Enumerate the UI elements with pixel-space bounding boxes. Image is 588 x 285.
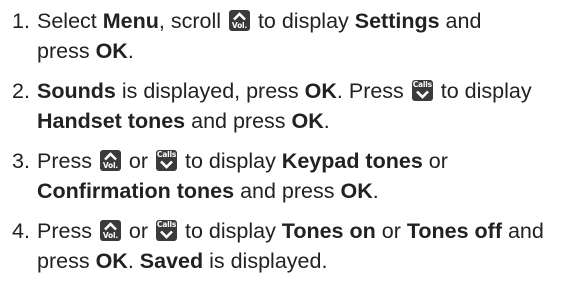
step-2-line-1: 2. Sounds is displayed, press OK. Press C… — [12, 76, 584, 106]
instruction-list: 1. Select Menu, scroll Vol. to display Se… — [0, 0, 588, 285]
confirmation-tones-keyword: Confirmation tones — [37, 179, 235, 203]
step-number: 4. — [12, 219, 30, 243]
step-3-line-2: Confirmation tones and press OK. — [37, 179, 379, 203]
step-number: 1. — [12, 9, 30, 33]
tones-off-keyword: Tones off — [406, 219, 502, 243]
step-number: 3. — [12, 149, 30, 173]
step-number: 2. — [12, 79, 30, 103]
step-4: 4. Press Vol. or Calls to display Tones o… — [12, 216, 584, 276]
calls-down-key-icon: Calls — [156, 220, 178, 241]
vol-up-key-icon: Vol. — [99, 150, 121, 171]
step-4-line-2: press OK. Saved is displayed. — [37, 249, 328, 273]
step-3-line-1: 3. Press Vol. or Calls to display Keypad … — [12, 146, 584, 176]
handset-tones-keyword: Handset tones — [37, 109, 186, 133]
ok-keyword: OK — [95, 39, 128, 63]
step-1: 1. Select Menu, scroll Vol. to display Se… — [12, 6, 584, 66]
tones-on-keyword: Tones on — [281, 219, 376, 243]
settings-keyword: Settings — [354, 9, 440, 33]
keypad-tones-keyword: Keypad tones — [281, 149, 423, 173]
vol-up-key-icon: Vol. — [99, 220, 121, 241]
step-1-line-1: 1. Select Menu, scroll Vol. to display Se… — [12, 6, 584, 36]
ok-keyword: OK — [340, 179, 373, 203]
step-3: 3. Press Vol. or Calls to display Keypad … — [12, 146, 584, 206]
ok-keyword: OK — [304, 79, 337, 103]
calls-down-key-icon: Calls — [411, 80, 433, 101]
calls-down-key-icon: Calls — [156, 150, 178, 171]
step-2-line-2: Handset tones and press OK. — [37, 109, 330, 133]
vol-up-key-icon: Vol. — [228, 10, 250, 31]
step-4-line-1: 4. Press Vol. or Calls to display Tones o… — [12, 216, 584, 246]
menu-keyword: Menu — [102, 9, 159, 33]
step-2: 2. Sounds is displayed, press OK. Press C… — [12, 76, 584, 136]
sounds-keyword: Sounds — [37, 79, 116, 103]
step-1-line-2: press OK. — [37, 39, 134, 63]
saved-keyword: Saved — [139, 249, 204, 273]
ok-keyword: OK — [95, 249, 128, 273]
ok-keyword: OK — [291, 109, 324, 133]
